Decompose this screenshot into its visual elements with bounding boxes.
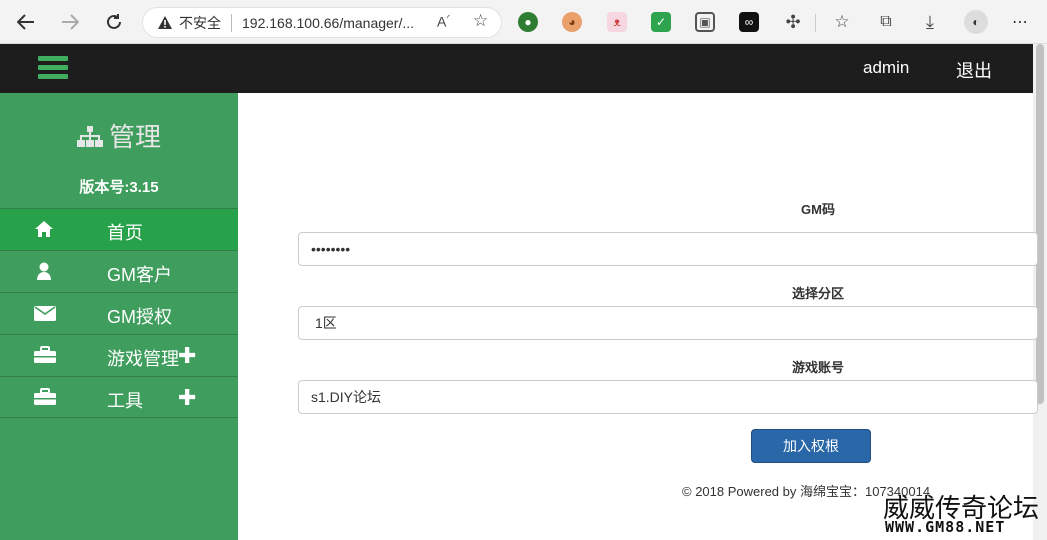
- briefcase-icon: [34, 346, 56, 364]
- sidebar-item-gm-clients[interactable]: GM客户: [0, 250, 238, 292]
- expand-plus-icon[interactable]: ✚: [178, 343, 196, 369]
- warning-icon: [157, 15, 173, 31]
- profile-avatar[interactable]: ◐: [964, 10, 988, 34]
- hamburger-menu-icon[interactable]: [38, 56, 68, 80]
- extension-monkey-icon[interactable]: ◕: [562, 12, 582, 32]
- top-navbar: admin 退出: [0, 44, 1033, 93]
- gm-code-label: GM码: [801, 202, 835, 217]
- zone-label: 选择分区: [791, 286, 845, 301]
- sidebar-item-label: GM客户: [107, 265, 172, 285]
- extension-copy-icon[interactable]: ▣: [695, 12, 715, 32]
- address-separator: [231, 13, 232, 32]
- gm-code-field[interactable]: ••••••••: [298, 232, 1038, 266]
- account-label: 游戏账号: [791, 360, 845, 375]
- extension-shield-icon[interactable]: ✓: [651, 12, 671, 32]
- briefcase-icon: [34, 388, 56, 406]
- collections-icon[interactable]: ⧉: [876, 12, 896, 32]
- sidebar-item-home[interactable]: 首页: [0, 208, 238, 250]
- main-content: GM码 •••••••• 选择分区 1区 游戏账号 s1.DIY论坛 加入权根 …: [238, 93, 1038, 540]
- read-aloud-icon[interactable]: Aᐟ: [437, 13, 450, 30]
- expand-plus-icon[interactable]: ✚: [178, 385, 196, 411]
- sidebar: 管理 版本号:3.15 首页 GM客户 GM授权 游戏管理 ✚ 工具 ✚: [0, 93, 238, 540]
- sidebar-item-label: GM授权: [107, 307, 172, 327]
- scrollbar-thumb[interactable]: [1036, 44, 1044, 404]
- download-icon[interactable]: ⤓: [920, 12, 940, 32]
- envelope-icon: [34, 304, 56, 322]
- sidebar-brand: 管理: [0, 117, 238, 155]
- home-icon: [34, 220, 54, 238]
- extension-eyes-icon[interactable]: ∞: [739, 12, 759, 32]
- version-label: 版本号:3.15: [79, 179, 159, 196]
- brand-title: 管理: [108, 122, 161, 152]
- extensions-puzzle-icon[interactable]: ✣: [783, 12, 803, 32]
- zone-selected-value: 1区: [315, 315, 337, 331]
- address-bar[interactable]: 不安全 192.168.100.66/manager/... Aᐟ ☆: [142, 7, 502, 38]
- url-text[interactable]: 192.168.100.66/manager/...: [242, 15, 414, 31]
- sitemap-icon: [76, 124, 103, 155]
- logout-link[interactable]: 退出: [956, 57, 992, 83]
- user-icon: [34, 262, 54, 280]
- more-menu-icon[interactable]: ⋯: [1010, 12, 1030, 32]
- browser-toolbar: 不安全 192.168.100.66/manager/... Aᐟ ☆ ● ◕ …: [0, 0, 1047, 44]
- sidebar-item-tools[interactable]: 工具 ✚: [0, 376, 238, 418]
- back-icon[interactable]: [13, 9, 39, 35]
- sidebar-item-label: 工具: [107, 391, 143, 411]
- page-scrollbar[interactable]: [1033, 44, 1047, 540]
- favorites-icon[interactable]: ☆: [832, 12, 852, 32]
- sidebar-item-gm-auth[interactable]: GM授权: [0, 292, 238, 334]
- favorite-add-icon[interactable]: ☆: [473, 11, 488, 31]
- watermark-url: WWW.GM88.NET: [885, 518, 1006, 536]
- forward-icon[interactable]: [57, 9, 83, 35]
- toolbar-divider: [815, 14, 816, 32]
- insecure-label: 不安全: [179, 14, 221, 31]
- extension-cat-icon[interactable]: ᴥ: [607, 12, 627, 32]
- extension-globe-icon[interactable]: ●: [518, 12, 538, 32]
- sidebar-item-label: 首页: [107, 223, 143, 243]
- sidebar-menu: 首页 GM客户 GM授权 游戏管理 ✚ 工具 ✚: [0, 208, 238, 418]
- refresh-icon[interactable]: [101, 9, 127, 35]
- add-permission-button[interactable]: 加入权根: [751, 429, 871, 463]
- zone-select[interactable]: 1区: [298, 306, 1038, 340]
- user-name[interactable]: admin: [863, 58, 909, 78]
- sidebar-item-label: 游戏管理: [107, 349, 179, 369]
- account-field[interactable]: s1.DIY论坛: [298, 380, 1038, 414]
- sidebar-item-game-manage[interactable]: 游戏管理 ✚: [0, 334, 238, 376]
